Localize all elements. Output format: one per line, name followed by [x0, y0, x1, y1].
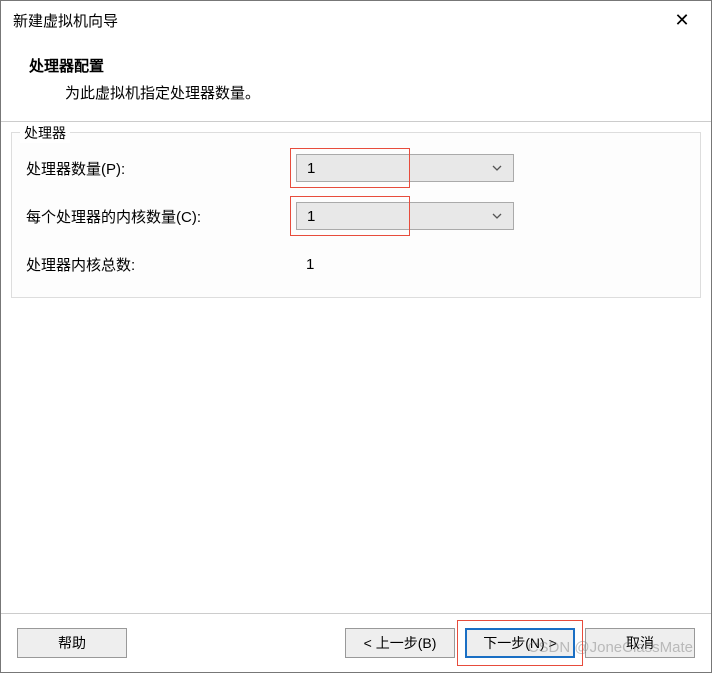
row-cores: 每个处理器的内核数量(C): 1 — [26, 201, 686, 231]
wizard-window: 新建虚拟机向导 ✕ 处理器配置 为此虚拟机指定处理器数量。 处理器 处理器数量(… — [0, 0, 712, 673]
processor-group: 处理器 处理器数量(P): 1 每个处理器的内核数量(C): — [11, 132, 701, 298]
titlebar: 新建虚拟机向导 ✕ — [1, 1, 711, 39]
back-button[interactable]: < 上一步(B) — [345, 628, 455, 658]
page-title: 处理器配置 — [29, 55, 683, 76]
row-processors: 处理器数量(P): 1 — [26, 153, 686, 183]
window-title: 新建虚拟机向导 — [13, 10, 665, 31]
label-processors: 处理器数量(P): — [26, 158, 296, 179]
row-total: 处理器内核总数: 1 — [26, 249, 686, 279]
page-description: 为此虚拟机指定处理器数量。 — [29, 82, 683, 103]
combo-processors[interactable]: 1 — [296, 154, 514, 182]
combo-cores-value: 1 — [307, 208, 491, 225]
label-total: 处理器内核总数: — [26, 254, 296, 275]
combo-processors-value: 1 — [307, 160, 491, 177]
chevron-down-icon — [491, 210, 503, 222]
cancel-button[interactable]: 取消 — [585, 628, 695, 658]
close-icon[interactable]: ✕ — [665, 5, 699, 35]
help-button[interactable]: 帮助 — [17, 628, 127, 658]
next-button[interactable]: 下一步(N) > — [465, 628, 575, 658]
combo-cores[interactable]: 1 — [296, 202, 514, 230]
content-area: 处理器 处理器数量(P): 1 每个处理器的内核数量(C): — [1, 122, 711, 613]
total-value: 1 — [296, 256, 314, 273]
wizard-header: 处理器配置 为此虚拟机指定处理器数量。 — [1, 39, 711, 121]
footer: 帮助 < 上一步(B) 下一步(N) > 取消 — [1, 613, 711, 672]
chevron-down-icon — [491, 162, 503, 174]
label-cores: 每个处理器的内核数量(C): — [26, 206, 296, 227]
groupbox-label: 处理器 — [20, 123, 70, 143]
